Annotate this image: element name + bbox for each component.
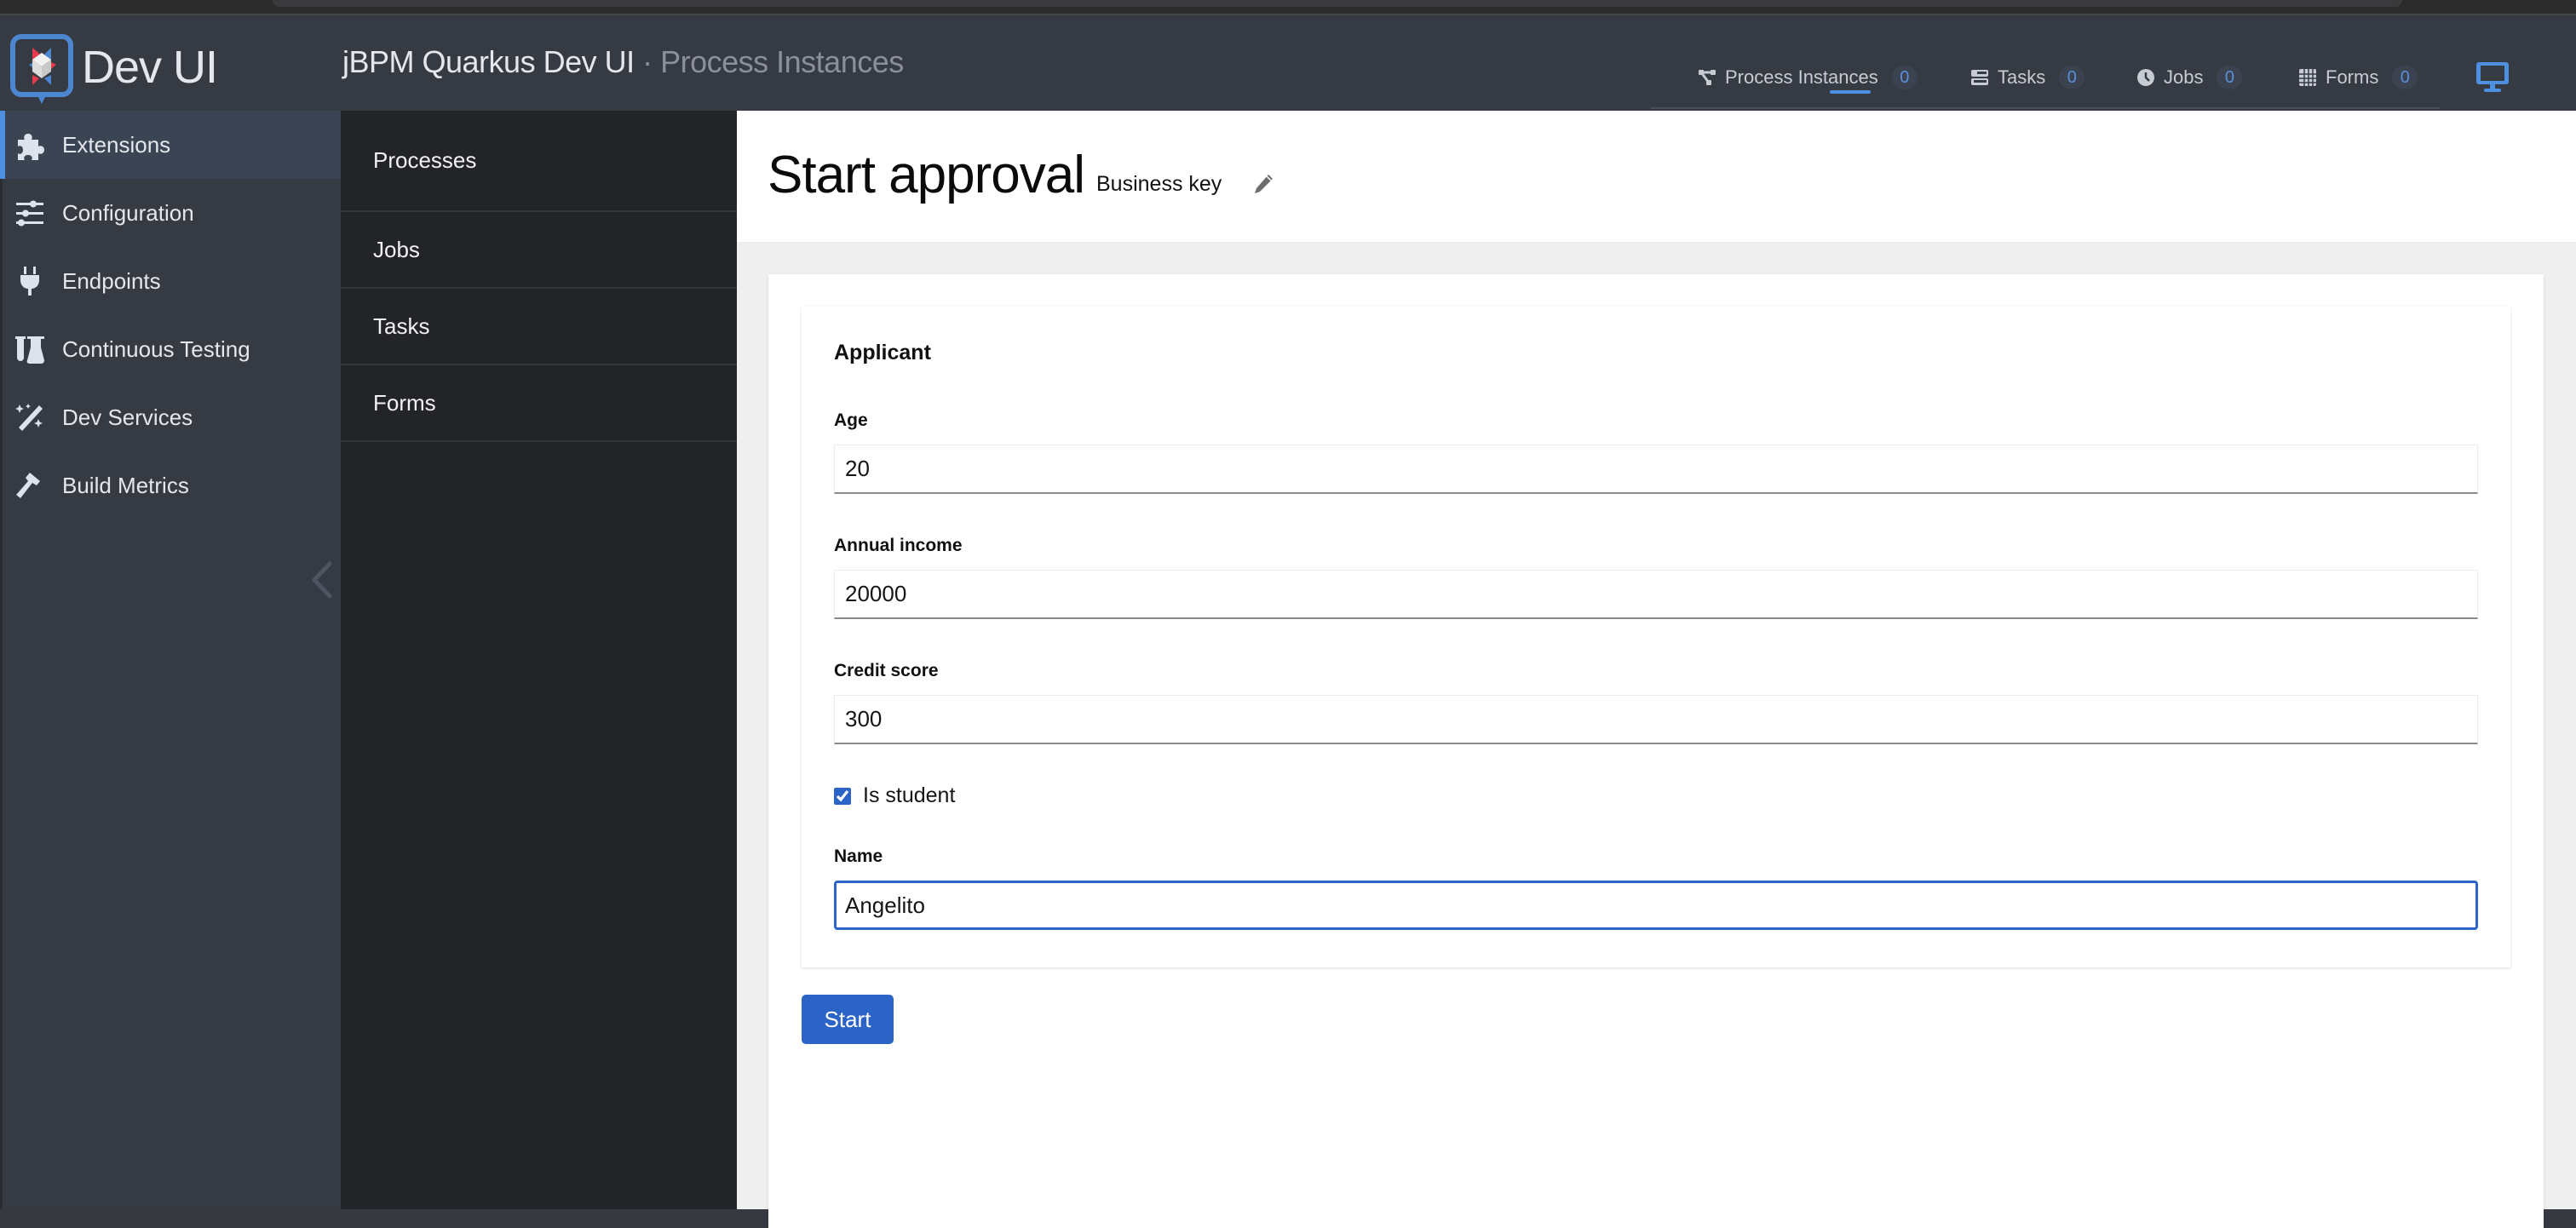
annual-income-label: Annual income: [834, 536, 963, 555]
hammer-icon: [16, 473, 40, 498]
monitor-icon[interactable]: [2475, 61, 2510, 94]
quarkus-logo-icon: [10, 34, 73, 104]
count-badge: 0: [2059, 66, 2085, 89]
annual-income-input[interactable]: [834, 570, 2478, 619]
sidebar-item-label: Dev Services: [62, 404, 193, 430]
credit-score-input[interactable]: [834, 695, 2478, 744]
logo-text: Dev UI: [82, 42, 218, 93]
top-header: Dev UI jBPM Quarkus Dev UI · Process Ins…: [0, 15, 2576, 111]
sidebar-item-label: Configuration: [62, 199, 194, 226]
age-input[interactable]: [834, 445, 2478, 494]
subnav-item-forms[interactable]: Forms: [341, 365, 737, 442]
plug-icon: [20, 267, 39, 296]
magic-wand-icon: [15, 404, 43, 431]
app-title-sub: · Process Instances: [642, 44, 904, 79]
sidebar-item-build-metrics[interactable]: Build Metrics: [3, 451, 341, 519]
tab-label: Forms: [2326, 66, 2379, 88]
start-button[interactable]: Start: [802, 995, 894, 1044]
tab-tasks[interactable]: Tasks 0: [1970, 63, 2085, 92]
sidebar-item-label: Extensions: [62, 131, 171, 158]
credit-score-label: Credit score: [834, 661, 939, 680]
name-label: Name: [834, 846, 883, 866]
sidebar-item-continuous-testing[interactable]: Continuous Testing: [3, 315, 341, 383]
sliders-icon: [16, 200, 43, 227]
tab-process-instances[interactable]: Process Instances 0: [1698, 63, 1918, 94]
page-title: Start approval: [768, 146, 1085, 204]
app-title: jBPM Quarkus Dev UI · Process Instances: [342, 44, 904, 80]
count-badge: 0: [2392, 66, 2418, 89]
subnav-label: Processes: [373, 147, 477, 173]
tab-forms[interactable]: Forms 0: [2298, 63, 2418, 92]
subnav-item-processes[interactable]: Processes: [341, 111, 737, 212]
app-title-main: jBPM Quarkus Dev UI: [342, 44, 635, 79]
sub-navigation: Processes Jobs Tasks Forms: [341, 111, 737, 1209]
page-header: Start approval Business key: [737, 111, 2576, 242]
business-key-label: Business key: [1096, 172, 1222, 196]
clock-icon: [2137, 69, 2154, 86]
tasks-icon: [1971, 70, 1988, 85]
sidebar-item-label: Endpoints: [62, 267, 161, 294]
tab-label: Process Instances: [1725, 66, 1878, 88]
subnav-label: Tasks: [373, 313, 430, 339]
subnav-label: Jobs: [373, 236, 420, 262]
name-input[interactable]: [834, 881, 2478, 930]
sidebar-item-label: Continuous Testing: [62, 336, 250, 362]
subnav-item-jobs[interactable]: Jobs: [341, 212, 737, 289]
tab-label: Jobs: [2164, 66, 2204, 88]
collapse-sidebar-chevron-icon[interactable]: [309, 560, 333, 600]
main-content: Start approval Business key Applicant Ag…: [737, 111, 2576, 1228]
sidebar-item-configuration[interactable]: Configuration: [3, 179, 341, 247]
active-tab-indicator: [1830, 90, 1871, 94]
age-label: Age: [834, 410, 868, 430]
sidebar-item-dev-services[interactable]: Dev Services: [3, 383, 341, 451]
tab-label: Tasks: [1998, 66, 2046, 88]
subnav-item-tasks[interactable]: Tasks: [341, 289, 737, 365]
puzzle-icon: [18, 134, 44, 160]
is-student-row[interactable]: Is student: [834, 783, 955, 808]
flask-icon: [15, 336, 44, 364]
is-student-checkbox[interactable]: [834, 787, 851, 805]
browser-chrome: [0, 0, 2576, 15]
table-icon: [2299, 69, 2316, 86]
count-badge: 0: [2217, 66, 2243, 89]
sidebar-item-extensions[interactable]: Extensions: [0, 111, 341, 179]
tab-jobs[interactable]: Jobs 0: [2136, 63, 2243, 92]
topology-icon: [1699, 70, 1716, 85]
applicant-fieldset: Applicant Age Annual income Credit score…: [802, 307, 2510, 967]
is-student-label: Is student: [863, 783, 956, 807]
subnav-label: Forms: [373, 389, 436, 416]
form-card: Applicant Age Annual income Credit score…: [768, 274, 2544, 1228]
section-title: Applicant: [834, 341, 931, 364]
header-tabs: Process Instances 0 Tasks 0 Jobs 0 Forms…: [1651, 31, 2440, 109]
sidebar-item-endpoints[interactable]: Endpoints: [3, 247, 341, 315]
pencil-edit-icon[interactable]: [1251, 172, 1275, 196]
count-badge: 0: [1891, 66, 1918, 89]
sidebar: Extensions Configuration Endpoints Conti…: [0, 111, 341, 1209]
sidebar-item-label: Build Metrics: [62, 472, 189, 498]
browser-tab: [273, 0, 2402, 7]
